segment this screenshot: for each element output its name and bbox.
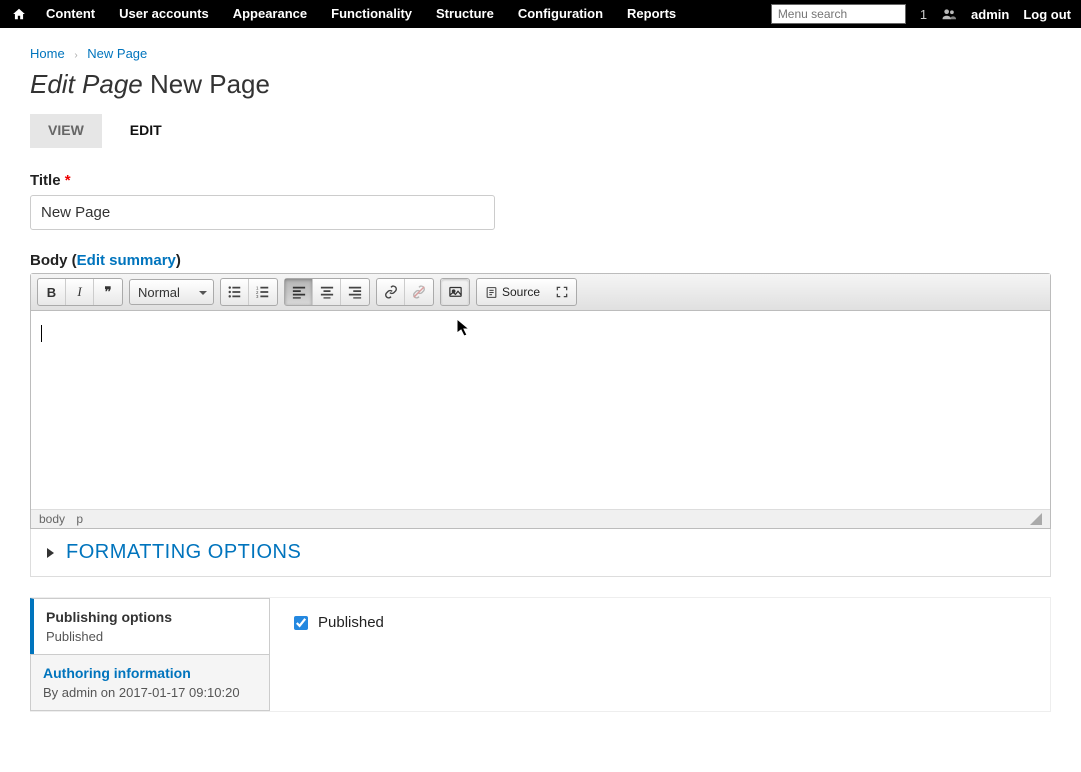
primary-tabs: VIEW EDIT [30,114,1051,148]
menu-search-input[interactable] [771,4,906,24]
vtab-content-area: Published [270,598,1050,711]
page-title-main: New Page [150,69,270,99]
expand-arrow-icon [47,548,54,558]
title-input[interactable] [30,195,495,230]
edit-summary-link[interactable]: Edit summary [77,252,176,269]
menu-structure[interactable]: Structure [424,0,506,28]
vertical-tabs: Publishing options Published Authoring i… [30,597,1051,712]
menu-configuration[interactable]: Configuration [506,0,615,28]
align-right-button[interactable] [341,279,369,305]
title-label: Title * [30,172,1051,189]
text-cursor [41,325,42,342]
resize-grip[interactable] [1030,513,1042,525]
formatting-options-toggle[interactable]: FORMATTING OPTIONS [30,529,1051,577]
breadcrumb-current[interactable]: New Page [87,46,147,61]
vtab-publishing-options[interactable]: Publishing options Published [30,598,269,654]
breadcrumb-home[interactable]: Home [30,46,65,61]
source-button[interactable]: Source [477,279,548,305]
vtab-authoring-information[interactable]: Authoring information By admin on 2017-0… [30,654,269,711]
unlink-button [405,279,433,305]
italic-button[interactable]: I [66,279,94,305]
bullet-list-button[interactable] [221,279,249,305]
formatting-options-label: FORMATTING OPTIONS [66,541,301,564]
body-label: Body (Edit summary) [30,252,1051,269]
blockquote-button[interactable]: ❞ [94,279,122,305]
logout-link[interactable]: Log out [1023,7,1071,22]
published-checkbox-label: Published [318,614,384,631]
breadcrumb-separator: › [74,50,77,61]
editor-statusbar: body p [31,509,1050,528]
users-icon[interactable] [941,7,957,21]
numbered-list-button[interactable]: 123 [249,279,277,305]
image-button[interactable] [441,279,469,305]
editor-textarea[interactable] [31,311,1050,509]
menu-appearance[interactable]: Appearance [221,0,319,28]
menu-functionality[interactable]: Functionality [319,0,424,28]
align-center-button[interactable] [313,279,341,305]
maximize-button[interactable] [548,279,576,305]
align-left-button[interactable] [285,279,313,305]
tab-edit[interactable]: EDIT [112,114,180,148]
vtab-authoring-summary: By admin on 2017-01-17 09:10:20 [43,685,257,700]
bold-button[interactable]: B [38,279,66,305]
menu-reports[interactable]: Reports [615,0,688,28]
user-name-link[interactable]: admin [971,7,1009,22]
page-title-prefix: Edit Page [30,69,143,99]
breadcrumb: Home › New Page [30,46,1051,61]
user-count: 1 [920,7,927,22]
required-asterisk: * [65,172,71,189]
menu-user-accounts[interactable]: User accounts [107,0,221,28]
tab-view[interactable]: VIEW [30,114,102,148]
vtab-publishing-title: Publishing options [46,609,257,625]
path-body[interactable]: body [39,512,65,526]
page-title: Edit Page New Page [30,69,1051,100]
published-checkbox[interactable] [294,616,308,630]
path-p[interactable]: p [76,512,83,526]
menu-content[interactable]: Content [34,0,107,28]
vtab-publishing-summary: Published [46,629,257,644]
vtab-authoring-title: Authoring information [43,665,257,681]
link-button[interactable] [377,279,405,305]
format-select[interactable]: Normal [129,279,214,305]
editor-toolbar: B I ❞ Normal 123 [31,274,1050,311]
svg-text:3: 3 [256,294,259,299]
rich-text-editor: B I ❞ Normal 123 [30,273,1051,529]
home-icon[interactable] [4,7,34,21]
admin-toolbar: Content User accounts Appearance Functio… [0,0,1081,28]
